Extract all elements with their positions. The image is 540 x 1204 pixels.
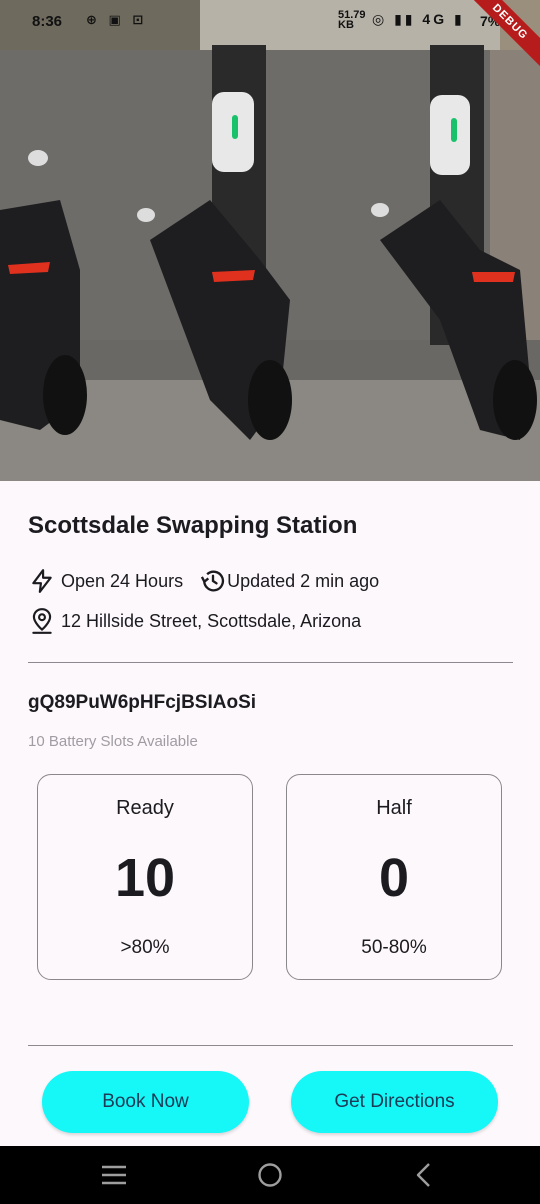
status-time: 8:36 xyxy=(32,13,63,30)
half-battery-card: Half 0 50-80% xyxy=(286,774,502,980)
divider xyxy=(28,1045,513,1046)
station-photo-illustration xyxy=(0,0,540,481)
get-directions-button[interactable]: Get Directions xyxy=(291,1071,498,1133)
back-button[interactable] xyxy=(394,1146,454,1204)
ready-count: 10 xyxy=(114,848,176,908)
slots-available-text: 10 Battery Slots Available xyxy=(28,733,198,750)
station-name: Scottsdale Swapping Station xyxy=(28,512,358,539)
ready-range: >80% xyxy=(120,937,170,958)
menu-icon xyxy=(102,1165,126,1185)
history-icon xyxy=(199,567,227,595)
station-id: gQ89PuW6pHFcjBSIAoSi xyxy=(28,692,257,713)
back-chevron-icon xyxy=(416,1163,430,1187)
network-speed-unit: KB xyxy=(338,19,354,31)
home-button[interactable] xyxy=(240,1146,300,1204)
half-range: 50-80% xyxy=(361,937,427,958)
half-label: Half xyxy=(376,797,412,819)
divider xyxy=(28,662,513,663)
system-nav-bar xyxy=(0,1146,540,1204)
book-now-button[interactable]: Book Now xyxy=(42,1071,249,1133)
status-bar: 8:36 ⊕ ▣ ⊡ 51.79 KB ◎ ▮▮ 4G ▮ 7% xyxy=(0,0,540,42)
ready-battery-card: Ready 10 >80% xyxy=(37,774,253,980)
notification-icons: ⊕ ▣ ⊡ xyxy=(86,12,148,27)
signal-icons: ◎ ▮▮ 4G ▮ xyxy=(372,11,465,27)
station-photo: 8:36 ⊕ ▣ ⊡ 51.79 KB ◎ ▮▮ 4G ▮ 7% DEBUG xyxy=(0,0,540,481)
updated-text: Updated 2 min ago xyxy=(227,570,380,591)
station-details-screen: 8:36 ⊕ ▣ ⊡ 51.79 KB ◎ ▮▮ 4G ▮ 7% DEBUG S… xyxy=(0,0,540,1204)
bolt-icon xyxy=(28,567,56,595)
recent-apps-button[interactable] xyxy=(84,1146,144,1204)
hours-text: Open 24 Hours xyxy=(61,570,184,591)
location-pin-icon xyxy=(28,607,56,635)
home-circle-icon xyxy=(258,1163,282,1187)
ready-label: Ready xyxy=(116,797,174,819)
station-status-row: Open 24 Hours Updated 2 min ago xyxy=(28,566,379,596)
address-row: 12 Hillside Street, Scottsdale, Arizona xyxy=(28,606,361,636)
address-text: 12 Hillside Street, Scottsdale, Arizona xyxy=(61,610,362,631)
half-count: 0 xyxy=(378,848,410,908)
updated-group: Updated 2 min ago xyxy=(199,567,379,595)
network-speed: 51.79 KB xyxy=(338,10,366,31)
